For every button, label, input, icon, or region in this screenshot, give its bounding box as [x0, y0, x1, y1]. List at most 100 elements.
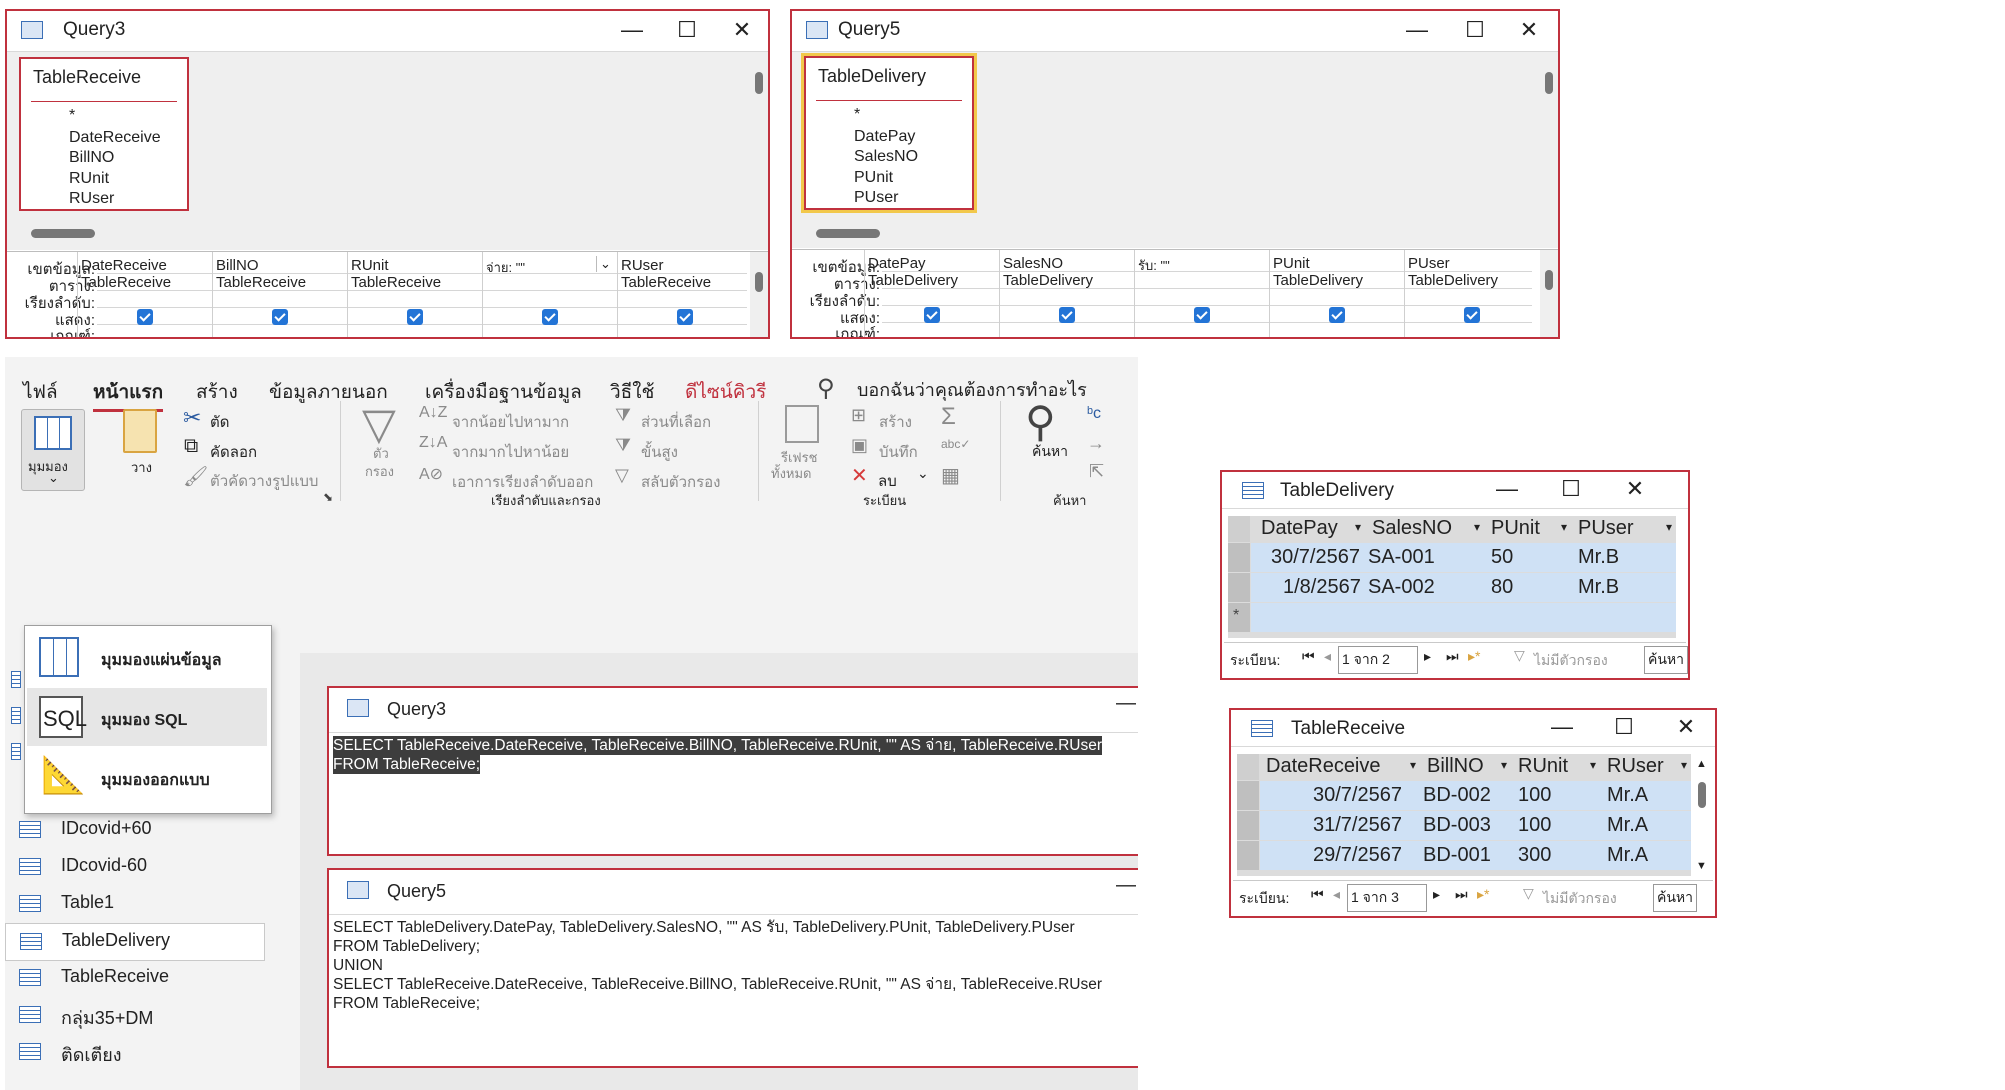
cut-label[interactable]: ตัด [210, 410, 229, 434]
table-field-list[interactable]: TableDelivery * DatePay SalesNO PUnit PU… [801, 53, 977, 213]
vertical-scrollbar[interactable] [750, 52, 768, 222]
grid-field[interactable]: รับ: "" [1138, 255, 1170, 276]
show-checkbox[interactable] [272, 309, 288, 325]
table-row[interactable]: 30/7/2567 SA-001 50 Mr.B [1251, 543, 1676, 572]
datasheet-vertical-scrollbar[interactable]: ▲ ▼ [1693, 754, 1711, 876]
minimize-icon[interactable]: — [1116, 692, 1136, 715]
record-position-input[interactable]: 1 จาก 3 [1347, 884, 1427, 912]
next-record-button[interactable]: ▸ [1433, 886, 1440, 903]
grid-table[interactable]: TableDelivery [868, 272, 958, 289]
maximize-icon[interactable]: ☐ [674, 17, 700, 43]
grid-field[interactable]: BillNO [216, 257, 259, 274]
prev-record-button[interactable]: ◂ [1333, 886, 1340, 903]
close-icon[interactable]: ✕ [1673, 714, 1699, 740]
last-record-button[interactable]: ⏭ [1455, 886, 1468, 903]
minimize-icon[interactable]: — [1116, 874, 1136, 897]
close-icon[interactable]: ✕ [1516, 17, 1542, 43]
show-checkbox[interactable] [137, 309, 153, 325]
close-icon[interactable]: ✕ [1622, 476, 1648, 502]
grid-field[interactable]: DateReceive [81, 257, 167, 274]
column-header[interactable]: RUser ▾ [1601, 754, 1691, 780]
nav-item-selected[interactable]: TableDelivery [5, 923, 265, 961]
show-checkbox[interactable] [1194, 307, 1210, 323]
prev-record-button[interactable]: ◂ [1324, 648, 1331, 665]
table-row[interactable]: 1/8/2567 SA-002 80 Mr.B [1251, 573, 1676, 602]
first-record-button[interactable]: ⏮ [1302, 648, 1315, 665]
field-item[interactable]: DatePay [854, 128, 915, 146]
show-checkbox[interactable] [1059, 307, 1075, 323]
record-selector[interactable] [1237, 841, 1259, 870]
tab-home[interactable]: หน้าแรก [93, 377, 164, 412]
field-item[interactable]: PUser [854, 189, 898, 207]
tab-query-design[interactable]: ดีไซน์คิวรี [685, 377, 766, 407]
datasheet-search[interactable]: ค้นหา [1653, 884, 1697, 912]
close-icon[interactable]: ✕ [729, 17, 755, 43]
grid-table[interactable]: TableReceive [621, 274, 711, 291]
show-checkbox[interactable] [677, 309, 693, 325]
select-all-corner[interactable] [1228, 516, 1250, 542]
nav-item[interactable]: IDcovid-60 [5, 849, 295, 885]
show-checkbox[interactable] [1464, 307, 1480, 323]
new-record-selector[interactable]: * [1228, 603, 1250, 632]
copy-label[interactable]: คัดลอก [210, 440, 257, 464]
record-selector[interactable] [1228, 543, 1250, 572]
chevron-down-icon[interactable]: ⌄ [596, 256, 611, 272]
field-item[interactable]: * [854, 106, 860, 124]
sql-editor[interactable]: SELECT TableReceive.DateReceive, TableRe… [333, 736, 1103, 774]
nav-item[interactable]: IDcovid+60 [5, 812, 295, 848]
datasheet-search[interactable]: ค้นหา [1644, 646, 1688, 674]
grid-table[interactable]: TableDelivery [1273, 272, 1363, 289]
minimize-icon[interactable]: — [619, 17, 645, 43]
grid-vertical-scrollbar[interactable] [1540, 250, 1558, 337]
grid-field[interactable]: PUser [1408, 255, 1450, 272]
record-position-input[interactable]: 1 จาก 2 [1338, 646, 1418, 674]
minimize-icon[interactable]: — [1404, 17, 1430, 43]
sql-editor[interactable]: SELECT TableDelivery.DatePay, TableDeliv… [333, 918, 1102, 1013]
paste-label[interactable]: วาง [131, 457, 152, 478]
maximize-icon[interactable]: ☐ [1558, 476, 1584, 502]
copy-icon[interactable]: ⧉ [184, 435, 198, 458]
record-selector[interactable] [1228, 573, 1250, 602]
maximize-icon[interactable]: ☐ [1462, 17, 1488, 43]
grid-table[interactable]: TableReceive [351, 274, 441, 291]
menu-item-datasheet-view[interactable]: มุมมองแผ่นข้อมูล [27, 628, 267, 686]
field-item[interactable]: SalesNO [854, 148, 918, 166]
grid-field[interactable]: DatePay [868, 255, 926, 272]
grid-column[interactable]: DatePay TableDelivery [864, 250, 999, 337]
grid-field[interactable]: RUser [621, 257, 664, 274]
grid-column[interactable]: RUnit TableReceive [347, 252, 482, 337]
nav-item[interactable]: Table1 [5, 886, 295, 922]
column-header[interactable]: SalesNO ▾ [1366, 516, 1484, 542]
field-item[interactable]: DateReceive [69, 129, 161, 147]
grid-column[interactable]: DateReceive TableReceive [77, 252, 212, 337]
nav-item[interactable]: TableReceive [5, 960, 295, 996]
grid-column[interactable]: จ่าย: "" ⌄ [482, 252, 617, 337]
tab-help[interactable]: วิธีใช้ [610, 377, 654, 407]
grid-vertical-scrollbar[interactable] [750, 252, 768, 337]
grid-field[interactable]: RUnit [351, 257, 389, 274]
first-record-button[interactable]: ⏮ [1311, 886, 1324, 903]
grid-column[interactable]: PUnit TableDelivery [1269, 250, 1404, 337]
column-header[interactable]: DatePay ▾ [1251, 516, 1365, 542]
show-checkbox[interactable] [1329, 307, 1345, 323]
grid-column[interactable]: BillNO TableReceive [212, 252, 347, 337]
table-row[interactable]: 31/7/2567 BD-003 100 Mr.A [1260, 811, 1691, 840]
grid-column[interactable]: RUser TableReceive [617, 252, 746, 337]
record-selector[interactable] [1237, 781, 1259, 810]
column-header[interactable]: PUnit ▾ [1485, 516, 1571, 542]
field-item[interactable]: BillNO [69, 149, 114, 167]
new-record-button[interactable]: ▸* [1477, 886, 1489, 903]
grid-field[interactable]: จ่าย: "" [486, 257, 525, 278]
maximize-icon[interactable]: ☐ [1611, 714, 1637, 740]
next-record-button[interactable]: ▸ [1424, 648, 1431, 665]
grid-column[interactable]: SalesNO TableDelivery [999, 250, 1134, 337]
horizontal-scrollbar[interactable] [796, 224, 1538, 242]
nav-item[interactable]: ติดเตียง [5, 1034, 295, 1070]
table-row[interactable]: 30/7/2567 BD-002 100 Mr.A [1260, 781, 1691, 810]
delete-icon[interactable]: ✕ [851, 463, 868, 488]
chevron-down-icon[interactable]: ⌄ [917, 465, 929, 482]
show-checkbox[interactable] [542, 309, 558, 325]
menu-item-design-view[interactable]: 📐 มุมมองออกแบบ [27, 748, 267, 806]
show-checkbox[interactable] [924, 307, 940, 323]
grid-field[interactable]: SalesNO [1003, 255, 1063, 272]
